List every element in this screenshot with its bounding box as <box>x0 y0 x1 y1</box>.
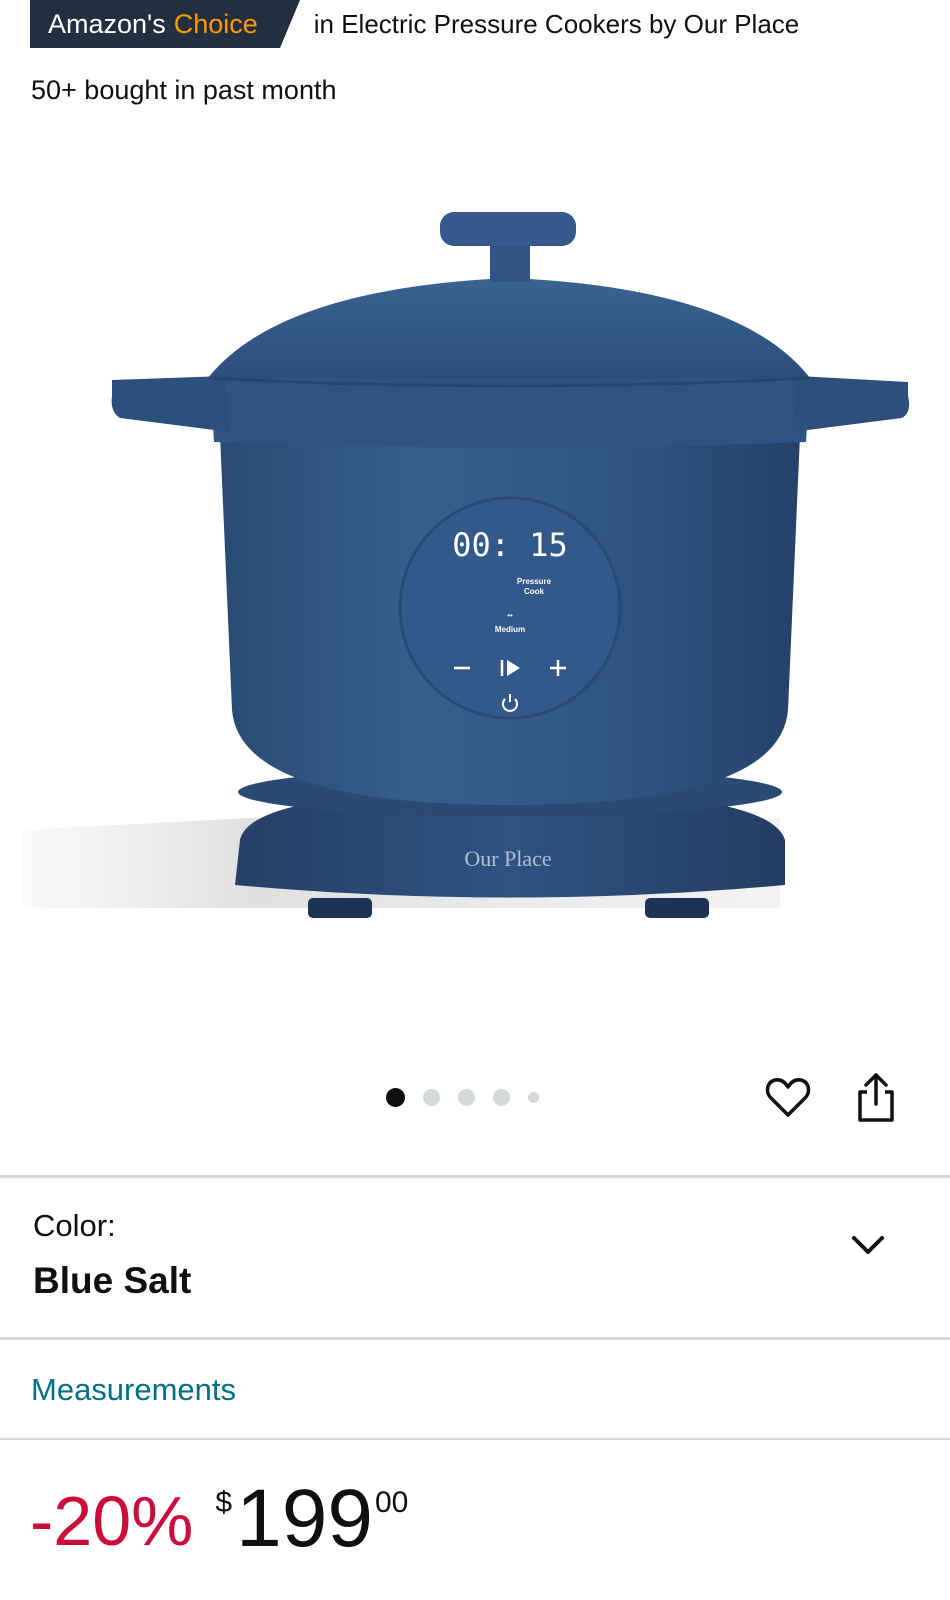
display-time: 00: 15 <box>452 526 568 564</box>
amazons-choice-badge[interactable]: Amazon's Choice <box>30 0 300 48</box>
section-divider <box>0 1438 950 1440</box>
carousel-dot[interactable] <box>423 1089 440 1106</box>
price-fraction: 00 <box>374 1486 409 1519</box>
section-divider <box>0 1337 950 1340</box>
product-image[interactable]: 00: 15 Pressure Cook •• Medium Our Place <box>20 150 930 1010</box>
badge-choice-text: Choice <box>173 8 258 39</box>
heart-icon[interactable] <box>764 1074 812 1122</box>
color-value: Blue Salt <box>33 1260 192 1301</box>
chevron-down-icon[interactable] <box>848 1232 888 1260</box>
svg-text:Cook: Cook <box>524 587 545 596</box>
measurements-link[interactable]: Measurements <box>31 1372 236 1408</box>
svg-text:••: •• <box>507 611 513 620</box>
svg-text:Our Place: Our Place <box>464 846 551 871</box>
price-block: -20% $ 199 00 <box>30 1470 408 1590</box>
color-selector[interactable]: Color: Blue Salt <box>0 1180 950 1337</box>
discount-percent: -20% <box>30 1482 194 1560</box>
badge-category-text: in Electric Pressure Cookers by Our Plac… <box>313 8 800 39</box>
color-label: Color: <box>33 1208 116 1243</box>
carousel-dot[interactable] <box>458 1089 475 1106</box>
carousel-dot[interactable] <box>528 1092 539 1103</box>
svg-text:Pressure: Pressure <box>517 577 552 586</box>
badge-amazons-text: Amazon's <box>48 8 166 39</box>
price-currency: $ <box>215 1486 233 1519</box>
section-divider <box>0 1175 950 1178</box>
svg-text:Medium: Medium <box>495 625 525 634</box>
carousel-dot[interactable] <box>386 1088 405 1107</box>
amazons-choice-row[interactable]: Amazon's Choice in Electric Pressure Coo… <box>30 0 799 48</box>
image-carousel-dots[interactable] <box>386 1088 557 1107</box>
share-icon[interactable] <box>852 1072 900 1124</box>
price-whole: 199 <box>236 1473 373 1564</box>
carousel-dot[interactable] <box>493 1089 510 1106</box>
bought-in-past-month: 50+ bought in past month <box>31 75 337 105</box>
